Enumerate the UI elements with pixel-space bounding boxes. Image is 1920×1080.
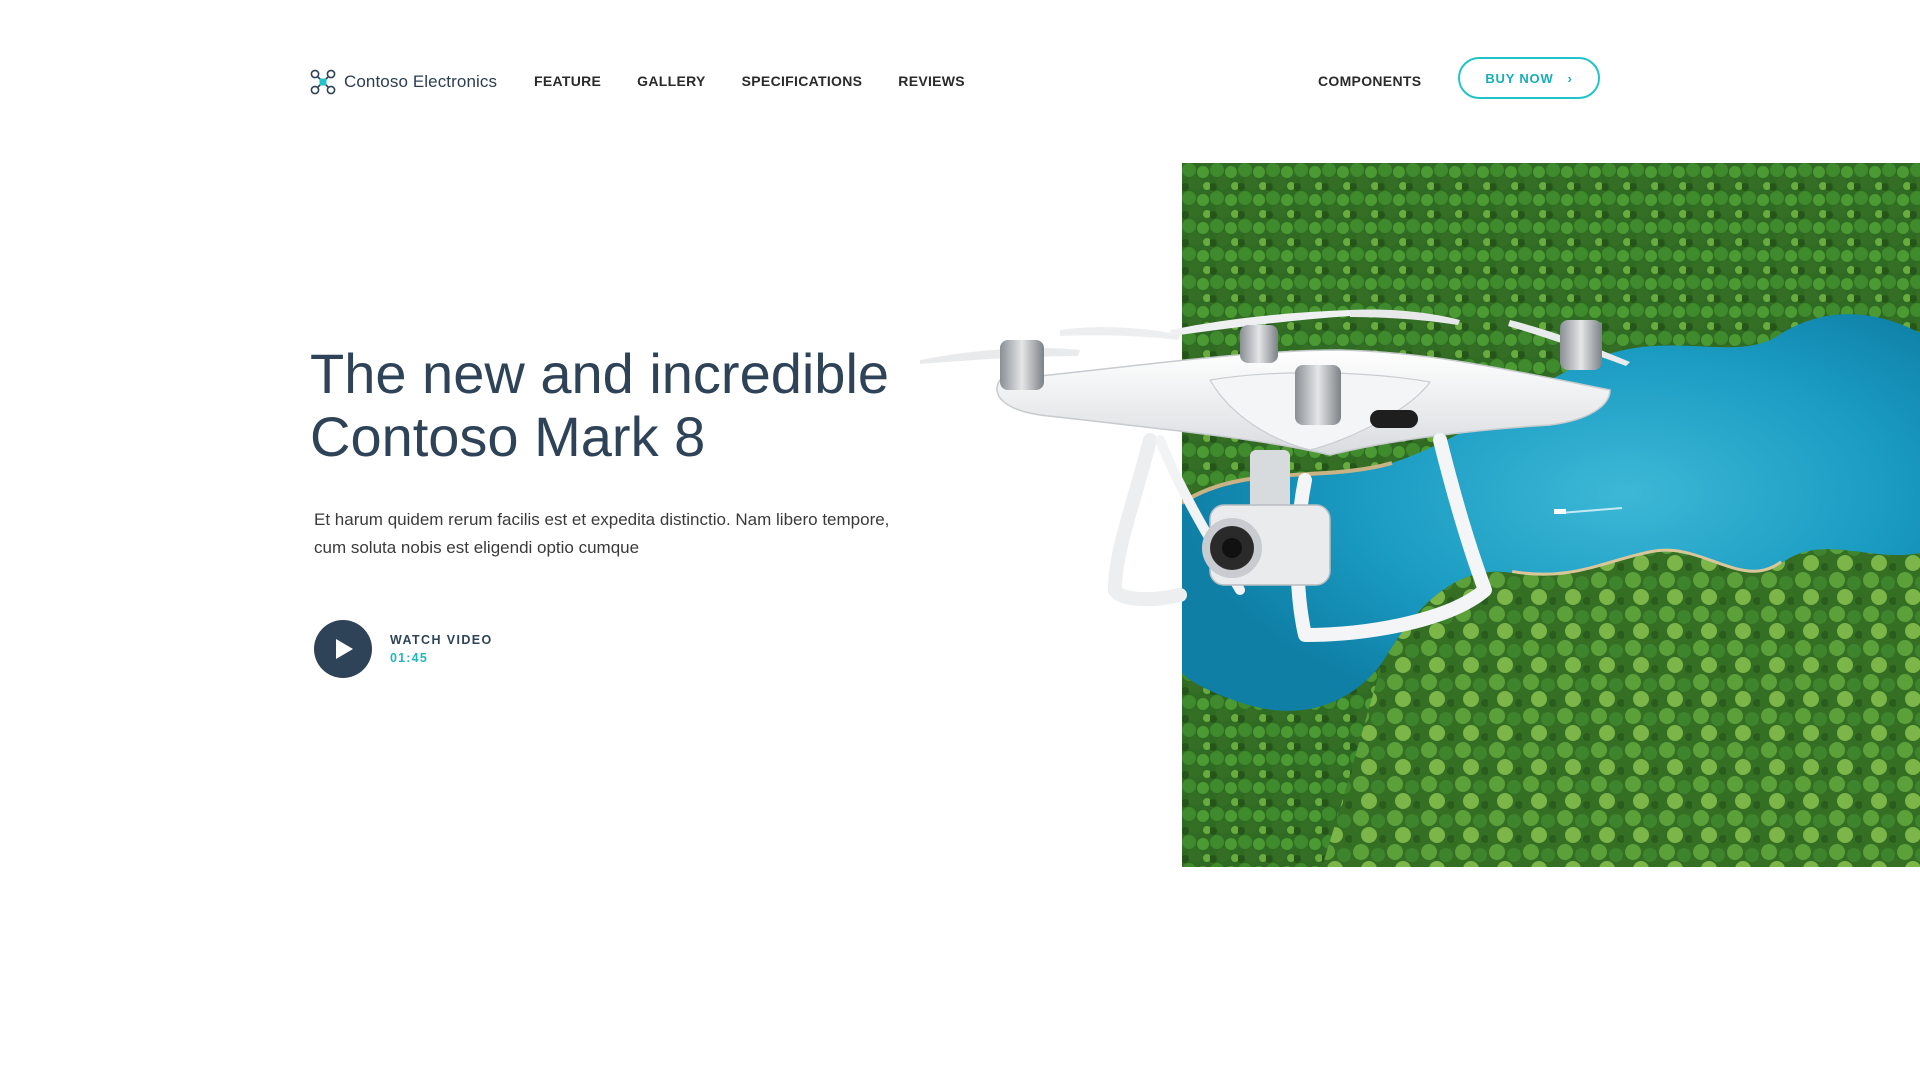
drone-logo-icon [310,69,336,95]
drone-product-image [920,309,1630,642]
nav-feature[interactable]: FEATURE [534,73,601,89]
nav-components[interactable]: COMPONENTS [1318,73,1421,89]
buy-now-button[interactable]: BUY NOW › [1458,57,1600,99]
hero-description: Et harum quidem rerum facilis est et exp… [314,506,954,562]
hero-description-line-1: Et harum quidem rerum facilis est et exp… [314,510,890,529]
watch-video-label: WATCH VIDEO [390,633,493,647]
hero-title-line-2: Contoso Mark 8 [310,405,706,468]
site-header: Contoso Electronics FEATURE GALLERY SPEC… [310,55,1605,107]
play-button[interactable] [314,620,372,678]
watch-video-text: WATCH VIDEO 01:45 [390,633,493,665]
play-icon [336,639,353,659]
nav-specifications[interactable]: SPECIFICATIONS [742,73,863,89]
hero-title-line-1: The new and incredible [310,342,890,405]
buy-now-label: BUY NOW [1485,70,1554,86]
hero-description-line-2: cum soluta nobis est eligendi optio cumq… [314,538,640,557]
nav-gallery[interactable]: GALLERY [637,73,705,89]
watch-video-link[interactable]: WATCH VIDEO 01:45 [314,620,493,678]
landing-page: Contoso Electronics FEATURE GALLERY SPEC… [0,0,1920,1080]
brand-name: Contoso Electronics [344,72,498,91]
video-duration: 01:45 [390,651,428,665]
chevron-right-icon: › [1567,70,1573,86]
main-nav: FEATURE GALLERY SPECIFICATIONS REVIEWS [534,73,965,89]
nav-reviews[interactable]: REVIEWS [898,73,965,89]
brand-link[interactable]: Contoso Electronics [310,69,497,95]
hero-title: The new and incredible Contoso Mark 8 [310,342,950,468]
